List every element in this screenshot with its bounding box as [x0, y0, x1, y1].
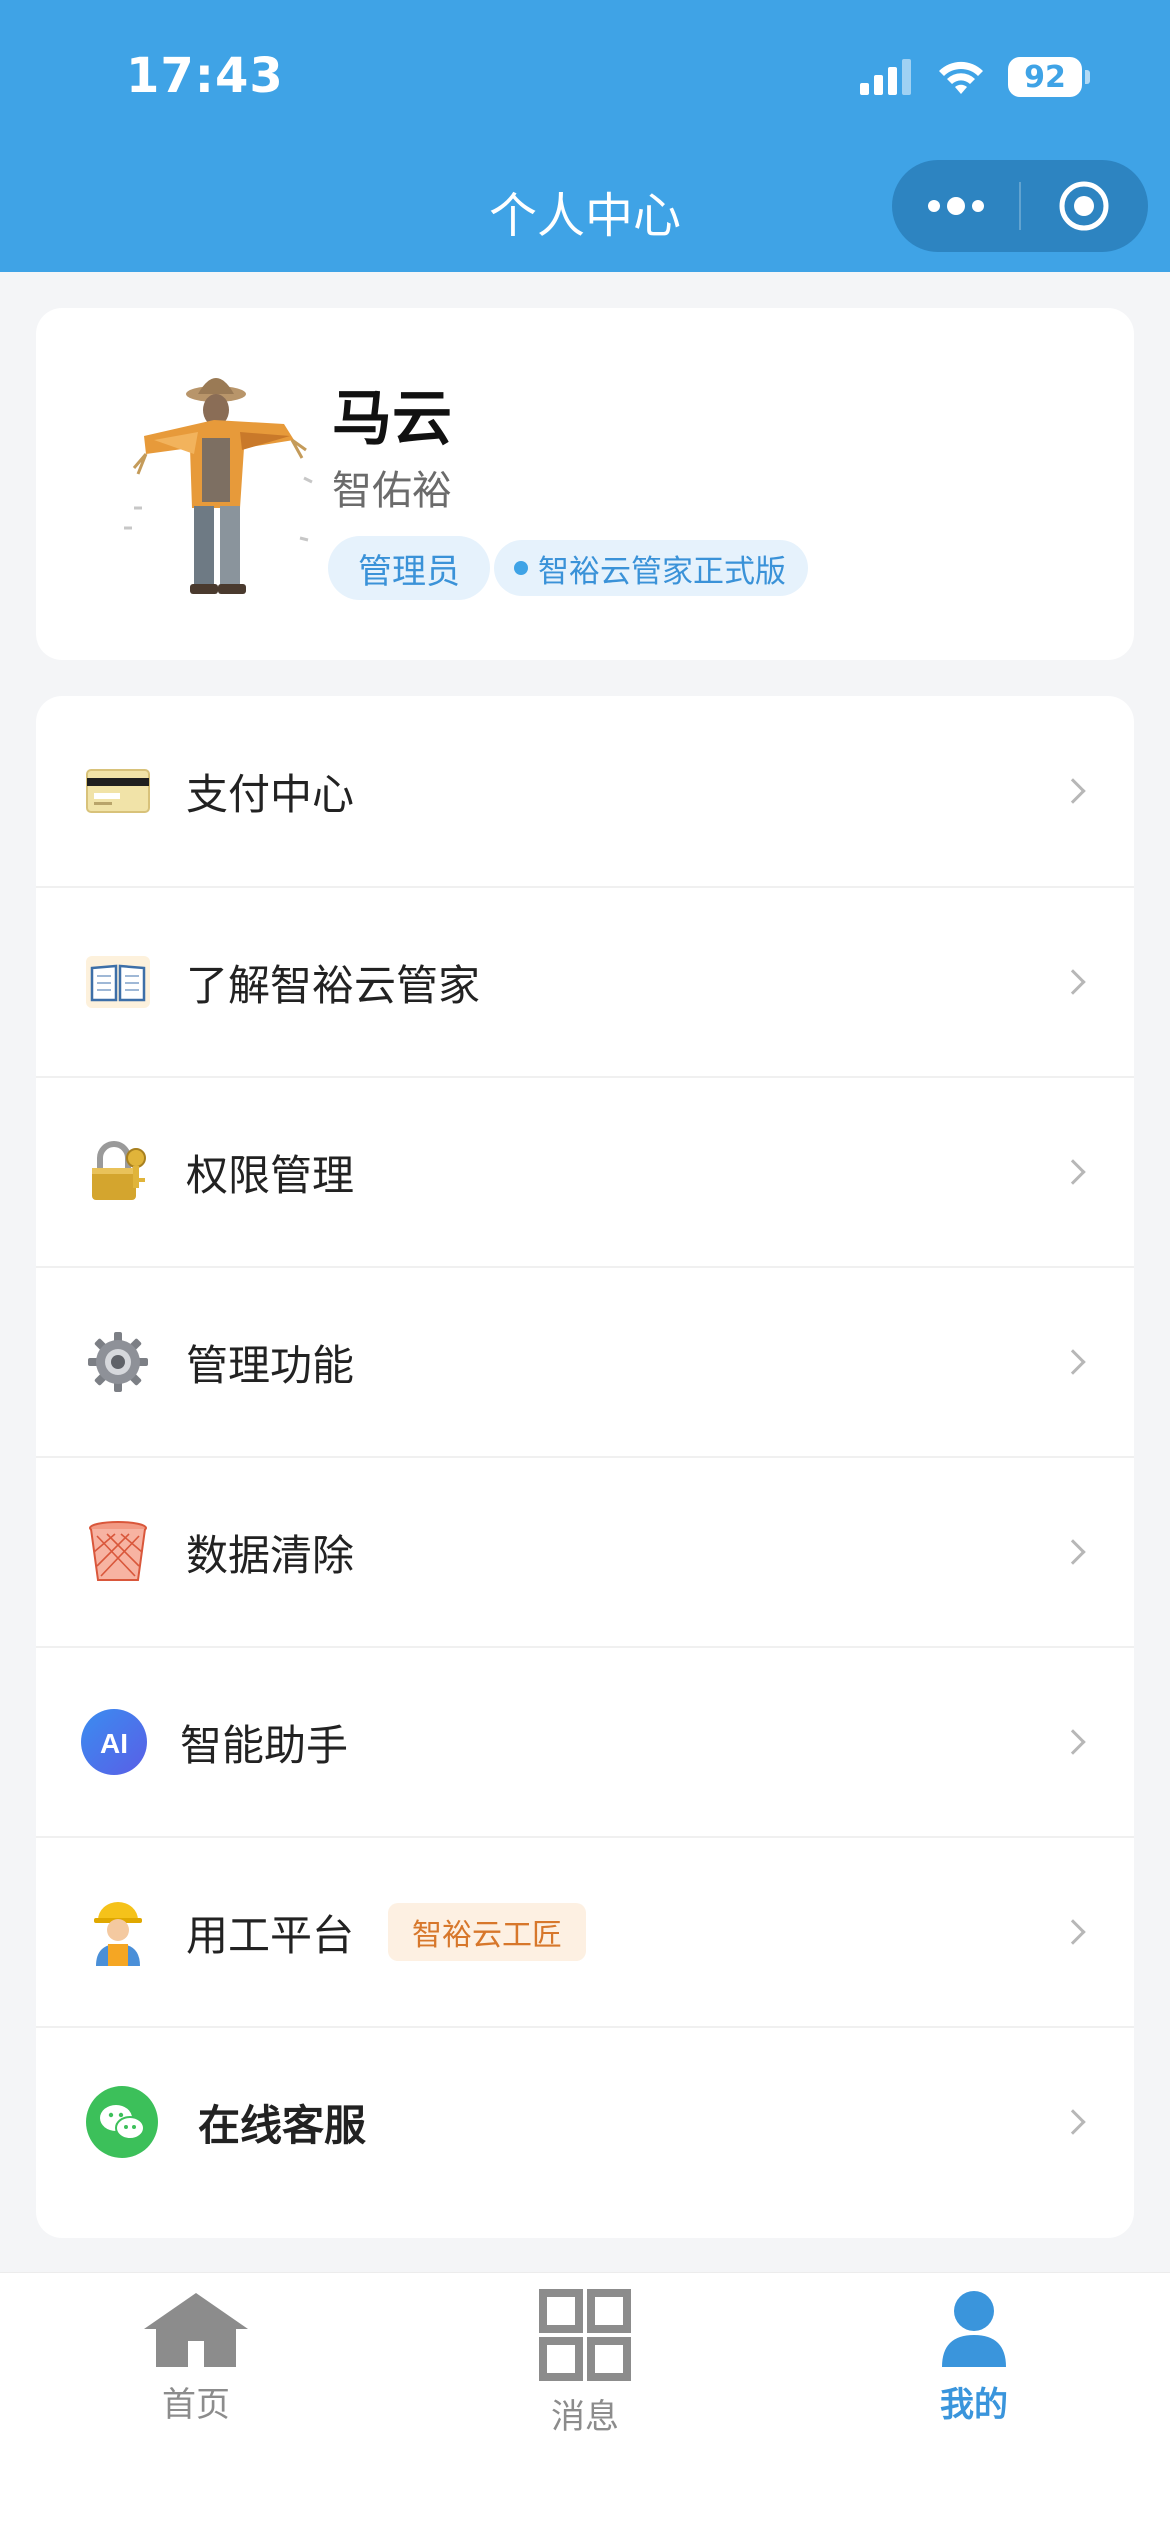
menu-item-label: 智能助手 — [180, 1720, 349, 1770]
tab-me[interactable]: 我的 — [874, 2289, 1074, 2426]
battery-indicator: 92 — [1008, 57, 1090, 97]
avatar-scarecrow-illustration — [94, 358, 354, 618]
worker-icon — [84, 1898, 152, 1966]
menu-item-label: 支付中心 — [186, 769, 355, 819]
edition-tag: 智裕云管家正式版 — [494, 540, 808, 596]
tab-home[interactable]: 首页 — [96, 2289, 296, 2426]
tab-messages[interactable]: 消息 — [485, 2289, 685, 2438]
wechat-icon — [86, 2086, 158, 2158]
cellular-signal-icon — [860, 59, 911, 95]
edition-tag-label: 智裕云管家正式版 — [538, 553, 786, 590]
book-icon — [84, 948, 152, 1016]
craftsman-badge: 智裕云工匠 — [388, 1903, 586, 1961]
target-circle-icon — [1059, 181, 1109, 231]
chevron-right-icon — [1060, 1729, 1086, 1755]
menu-item-label: 用工平台 — [186, 1910, 355, 1960]
more-dots-icon — [927, 197, 984, 215]
menu-card: 支付中心 了解智裕云管家 权限管理 管理功能 数据清除 AI 智能助手 用工平台… — [36, 696, 1134, 2238]
menu-item-data-clear[interactable]: 数据清除 — [36, 1456, 1134, 1646]
menu-item-label: 权限管理 — [186, 1150, 355, 1200]
lock-key-icon — [84, 1138, 152, 1206]
gear-icon — [84, 1328, 152, 1396]
battery-level: 92 — [1008, 57, 1082, 97]
tab-bar: 首页 消息 我的 — [0, 2272, 1170, 2532]
grid-icon — [539, 2289, 631, 2381]
mini-program-capsule — [892, 160, 1148, 252]
menu-item-admin-functions[interactable]: 管理功能 — [36, 1266, 1134, 1456]
credit-card-icon — [84, 757, 152, 825]
menu-item-label: 数据清除 — [186, 1530, 355, 1580]
chevron-right-icon — [1060, 1159, 1086, 1185]
ai-icon: AI — [80, 1708, 148, 1776]
wastebasket-icon — [84, 1518, 152, 1586]
menu-item-label: 在线客服 — [198, 2100, 367, 2150]
chevron-right-icon — [1060, 1539, 1086, 1565]
tab-label: 首页 — [162, 2385, 230, 2425]
tab-label: 我的 — [940, 2385, 1008, 2425]
menu-item-permissions[interactable]: 权限管理 — [36, 1076, 1134, 1266]
more-button[interactable] — [892, 160, 1019, 252]
user-icon — [942, 2291, 1006, 2367]
menu-item-about[interactable]: 了解智裕云管家 — [36, 886, 1134, 1076]
wifi-icon — [939, 61, 983, 94]
profile-tags: 管理员 智裕云管家正式版 — [328, 536, 808, 600]
menu-item-ai-assistant[interactable]: AI 智能助手 — [36, 1646, 1134, 1836]
menu-item-labor-platform[interactable]: 用工平台 智裕云工匠 — [36, 1836, 1134, 2026]
ai-icon-text: AI — [100, 1728, 128, 1759]
chevron-right-icon — [1060, 969, 1086, 995]
status-icons: 92 — [860, 52, 1090, 102]
battery-tip — [1085, 70, 1090, 84]
chevron-right-icon — [1060, 1349, 1086, 1375]
tab-label: 消息 — [551, 2397, 619, 2437]
chevron-right-icon — [1060, 778, 1086, 804]
menu-item-label: 了解智裕云管家 — [186, 960, 481, 1010]
profile-card[interactable]: 马云 智佑裕 管理员 智裕云管家正式版 — [36, 308, 1134, 660]
top-bar: 17:43 92 个人中心 — [0, 0, 1170, 272]
avatar[interactable] — [94, 358, 354, 618]
status-time: 17:43 — [126, 48, 284, 104]
role-tag: 管理员 — [328, 536, 490, 600]
menu-item-payment-center[interactable]: 支付中心 — [36, 696, 1134, 886]
chevron-right-icon — [1060, 2109, 1086, 2135]
menu-item-online-support[interactable]: 在线客服 — [36, 2026, 1134, 2216]
edition-dot — [514, 561, 528, 575]
user-company: 智佑裕 — [332, 468, 452, 514]
menu-item-label: 管理功能 — [186, 1340, 355, 1390]
home-icon — [144, 2293, 248, 2367]
close-miniprogram-button[interactable] — [1021, 160, 1148, 252]
user-name: 马云 — [332, 384, 452, 454]
chevron-right-icon — [1060, 1919, 1086, 1945]
